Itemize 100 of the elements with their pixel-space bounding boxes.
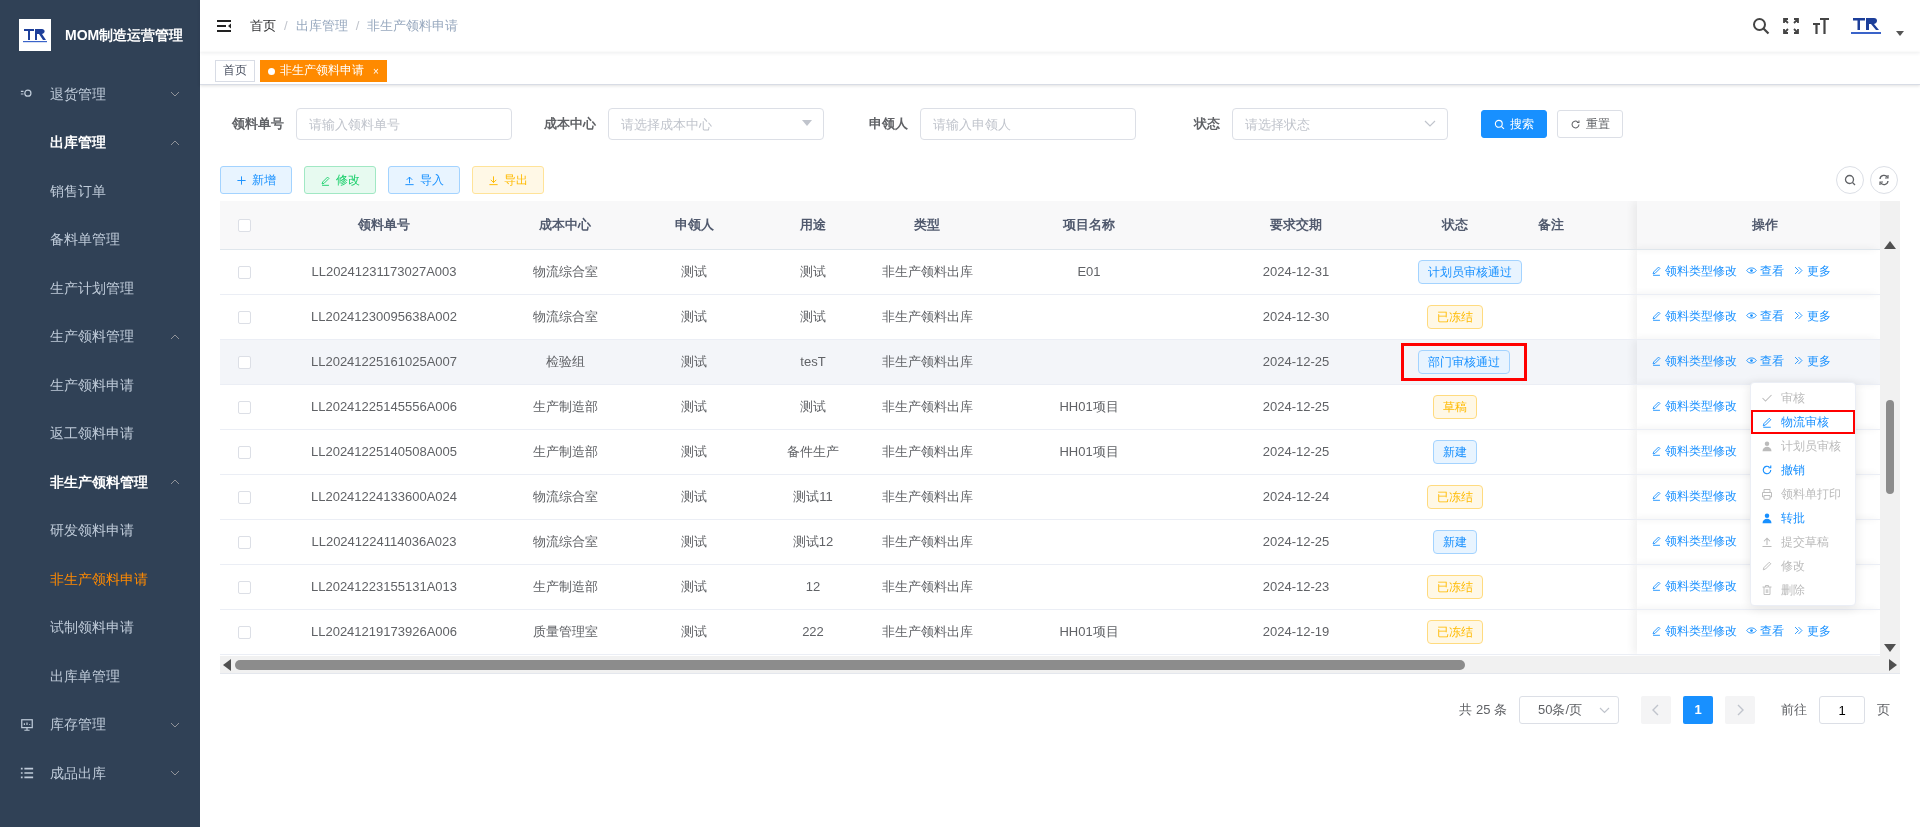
sidebar-item[interactable]: 生产领料申请 <box>0 361 200 410</box>
view-link[interactable]: 查看 <box>1746 306 1784 325</box>
search-button[interactable] <box>1835 166 1864 194</box>
row-checkbox[interactable] <box>237 400 251 414</box>
row-checkbox[interactable] <box>237 265 251 279</box>
input-field[interactable]: 请输入领料单号 <box>296 108 512 140</box>
menu-item[interactable]: 物流审核 <box>1751 410 1855 434</box>
view-link[interactable]: 查看 <box>1746 351 1784 370</box>
close-icon[interactable]: × <box>373 63 379 79</box>
sidebar-item[interactable]: 非生产领料管理 <box>0 458 200 507</box>
select-field[interactable]: 请选择状态 <box>1232 108 1448 140</box>
download-icon <box>488 174 499 186</box>
horizontal-scrollbar[interactable] <box>220 656 1900 674</box>
menu-item: 提交草稿 <box>1751 530 1855 554</box>
edit-type-link[interactable]: 领料类型修改 <box>1651 261 1737 280</box>
row-checkbox[interactable] <box>237 580 251 594</box>
table-cell: 222 <box>802 623 824 639</box>
refresh-button[interactable] <box>1870 166 1898 194</box>
row-checkbox[interactable] <box>237 625 251 639</box>
check-icon <box>1761 392 1773 404</box>
view-link[interactable]: 查看 <box>1746 621 1784 640</box>
vertical-scrollbar[interactable] <box>1880 201 1900 656</box>
page-button[interactable]: 1 <box>1683 696 1713 724</box>
page-tab[interactable]: 非生产领料申请 × <box>260 60 387 82</box>
edit-type-link[interactable]: 领料类型修改 <box>1651 486 1737 505</box>
import-button[interactable]: 导入 <box>388 166 460 194</box>
edit-icon <box>1651 265 1662 276</box>
table-cell: LL20241225140508A005 <box>310 443 457 459</box>
sidebar-item[interactable]: 生产领料管理 <box>0 312 200 361</box>
table-cell: LL20241225161025A007 <box>310 353 457 369</box>
font-size-icon[interactable] <box>1812 17 1830 35</box>
sidebar-item[interactable]: 生产计划管理 <box>0 264 200 313</box>
edit-type-link[interactable]: 领料类型修改 <box>1651 621 1737 640</box>
page-tab[interactable]: 首页 <box>215 60 255 82</box>
caret-icon[interactable] <box>1896 30 1904 36</box>
status-tag: 已冻结 <box>1427 304 1483 329</box>
scroll-down-icon[interactable] <box>1884 644 1896 652</box>
page-number-field[interactable]: 1 <box>1819 696 1865 724</box>
edit-button[interactable]: 修改 <box>304 166 376 194</box>
edit-icon <box>320 174 331 186</box>
search-button[interactable]: 搜索 <box>1481 110 1547 138</box>
table-cell: 2024-12-25 <box>1262 353 1330 369</box>
edit-type-link[interactable]: 领料类型修改 <box>1651 576 1737 595</box>
fullscreen-icon[interactable] <box>1783 18 1799 34</box>
sidebar-item[interactable]: 研发领料申请 <box>0 506 200 555</box>
scrollbar-thumb[interactable] <box>1886 399 1894 494</box>
sidebar-item[interactable]: 备料单管理 <box>0 215 200 264</box>
chevron-right-icon <box>1736 704 1744 716</box>
edit-type-link[interactable]: 领料类型修改 <box>1651 306 1737 325</box>
table-cell: 测试12 <box>792 533 834 549</box>
more-link[interactable]: 更多 <box>1793 261 1831 280</box>
breadcrumb-item[interactable]: 出库管理 <box>295 16 348 36</box>
eye-icon <box>1746 625 1757 636</box>
sidebar-item[interactable]: 销售订单 <box>0 167 200 216</box>
column-header: 状态 <box>1442 217 1468 232</box>
input-field[interactable]: 请输入申领人 <box>920 108 1136 140</box>
row-checkbox[interactable] <box>237 355 251 369</box>
sidebar-item[interactable]: 返工领料申请 <box>0 409 200 458</box>
filter-label: 成本中心 <box>543 115 597 134</box>
sidebar-item[interactable]: 库存管理 <box>0 700 200 749</box>
status-tag: 草稿 <box>1433 394 1477 419</box>
scroll-right-icon[interactable] <box>1889 658 1897 671</box>
view-link[interactable]: 查看 <box>1746 261 1784 280</box>
sidebar-item[interactable]: 退货管理 <box>0 70 200 119</box>
table-cell: LL20241224114036A023 <box>311 533 457 549</box>
edit-type-link[interactable]: 领料类型修改 <box>1651 351 1737 370</box>
add-button[interactable]: 新增 <box>220 166 292 194</box>
column-header: 申领人 <box>674 217 714 232</box>
row-checkbox[interactable] <box>237 445 251 459</box>
menu-toggle-icon[interactable] <box>216 19 232 33</box>
reset-button[interactable]: 重置 <box>1557 110 1623 138</box>
sidebar-item[interactable]: 出库管理 <box>0 118 200 167</box>
page-size-select[interactable]: 50条/页 <box>1519 696 1619 724</box>
upload-icon <box>1761 536 1773 548</box>
more-link[interactable]: 更多 <box>1793 621 1831 640</box>
table-cell: HH01项目 <box>1059 398 1119 414</box>
scrollbar-thumb[interactable] <box>235 659 1465 670</box>
edit-type-link[interactable]: 领料类型修改 <box>1651 531 1737 550</box>
select-all-checkbox[interactable] <box>237 219 251 233</box>
select-field[interactable]: 请选择成本中心 <box>608 108 824 140</box>
more-link[interactable]: 更多 <box>1793 306 1831 325</box>
sidebar-item[interactable]: 试制领料申请 <box>0 603 200 652</box>
sidebar-item[interactable]: 非生产领料申请 <box>0 555 200 604</box>
sidebar-item[interactable]: 成品出库 <box>0 749 200 798</box>
menu-item[interactable]: 转批 <box>1751 506 1855 530</box>
more-link[interactable]: 更多 <box>1793 351 1831 370</box>
edit-type-link[interactable]: 领料类型修改 <box>1651 396 1737 415</box>
row-checkbox[interactable] <box>237 490 251 504</box>
search-icon[interactable] <box>1752 17 1770 35</box>
search-icon <box>1843 174 1856 186</box>
scroll-left-icon[interactable] <box>223 658 231 671</box>
menu-item[interactable]: 撤销 <box>1751 458 1855 482</box>
row-checkbox[interactable] <box>237 310 251 324</box>
avatar-logo-icon[interactable] <box>1849 16 1883 36</box>
edit-type-link[interactable]: 领料类型修改 <box>1651 441 1737 460</box>
sidebar-item[interactable]: 出库单管理 <box>0 652 200 701</box>
goto-label: 前往 <box>1781 701 1807 720</box>
scroll-up-icon[interactable] <box>1884 241 1896 249</box>
breadcrumb-item[interactable]: 首页 <box>250 16 276 36</box>
row-checkbox[interactable] <box>237 535 251 549</box>
